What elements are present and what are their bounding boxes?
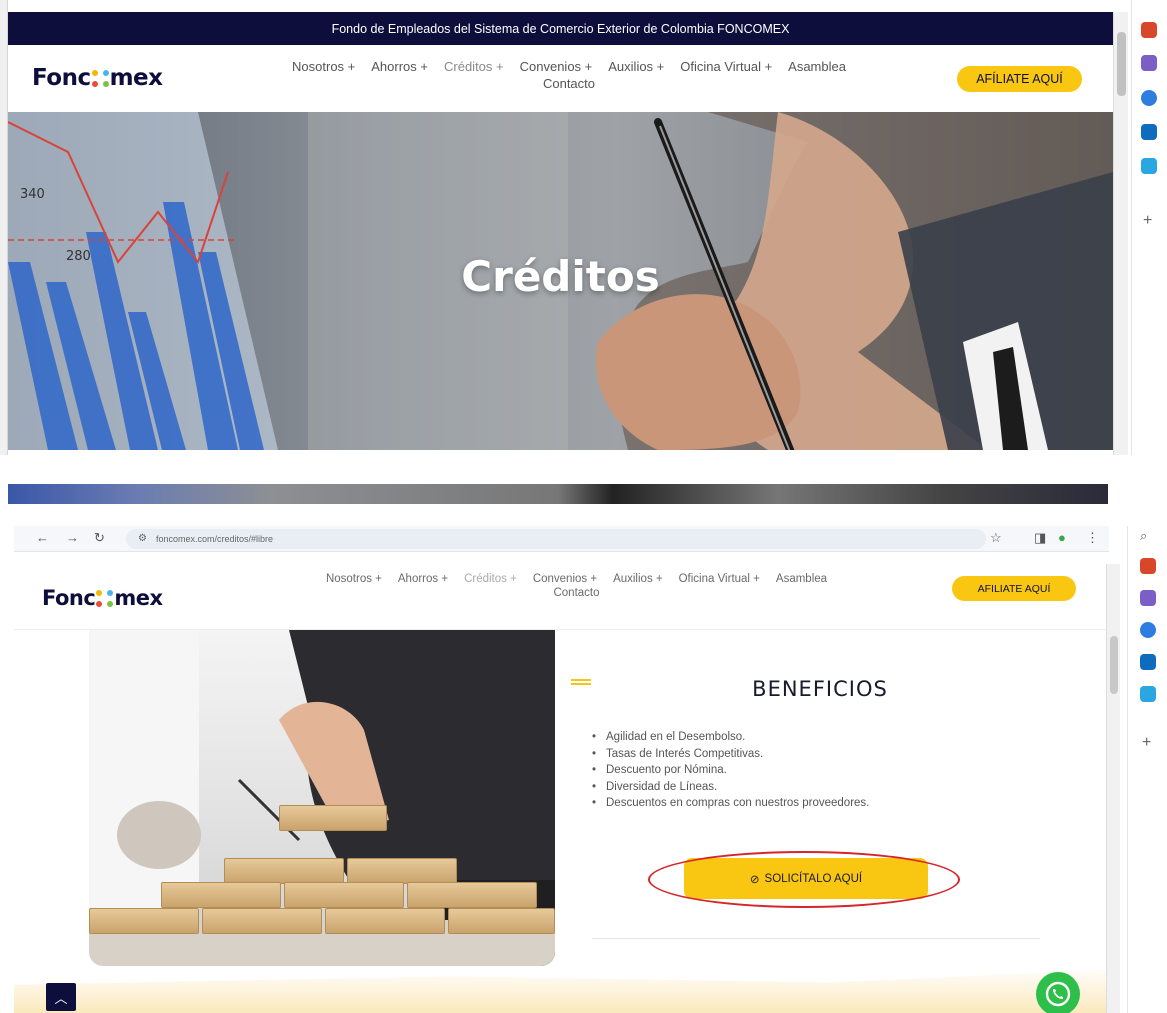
browser-sidebar: ⌕ + [1127, 526, 1167, 1013]
nav-contacto[interactable]: Contacto [224, 587, 929, 599]
send-icon[interactable] [1141, 158, 1157, 174]
benefits-heading: BENEFICIOS [752, 677, 888, 701]
highlight-oval [648, 851, 960, 908]
menu-icon[interactable]: ⋮ [1086, 530, 1099, 546]
copilot-icon[interactable] [1141, 90, 1157, 106]
wood-block [279, 805, 387, 831]
footer-wave [14, 969, 1106, 1013]
chevron-up-icon: ︿ [54, 990, 68, 1006]
logo-text-right: mex [114, 586, 163, 610]
fragment-edge [8, 476, 1108, 484]
foncomex-logo[interactable]: Fonc mex [42, 586, 163, 610]
nav-oficina-virtual[interactable]: Oficina Virtual + [680, 59, 772, 74]
page-title: Créditos [461, 252, 660, 301]
page-scrollbar[interactable] [1106, 564, 1120, 1013]
nav-creditos[interactable]: Créditos + [464, 573, 517, 585]
nav-contacto[interactable]: Contacto [214, 76, 924, 91]
nav-ahorros[interactable]: Ahorros + [371, 59, 428, 74]
send-icon[interactable] [1140, 686, 1156, 702]
people-icon[interactable] [1140, 590, 1156, 606]
afiliate-button-label: AFILIATE AQUÍ [977, 582, 1051, 595]
wood-block [284, 882, 404, 908]
briefcase-icon[interactable] [1140, 558, 1156, 574]
benefits-list: Agilidad en el Desembolso. Tasas de Inte… [592, 729, 992, 812]
logo-dots-icon [91, 69, 109, 87]
nav-nosotros[interactable]: Nosotros + [292, 59, 355, 74]
wood-block [325, 908, 445, 934]
nav-asamblea[interactable]: Asamblea [788, 59, 846, 74]
main-nav: Nosotros + Ahorros + Créditos + Convenio… [214, 59, 924, 91]
wood-blocks-photo [89, 630, 555, 966]
wood-block [448, 908, 555, 934]
reload-icon[interactable]: ↻ [94, 530, 105, 546]
address-bar[interactable]: ⚙ foncomex.com/creditos/#libre [126, 529, 986, 549]
site-header-scrolled: Fonc mex Nosotros + Ahorros + Créditos +… [14, 570, 1109, 630]
people-icon[interactable] [1141, 55, 1157, 71]
benefit-item: Tasas de Interés Competitivas. [592, 746, 992, 763]
back-icon[interactable]: ← [36, 530, 49, 545]
scrollbar-thumb[interactable] [1110, 636, 1118, 694]
star-icon[interactable]: ☆ [990, 530, 1002, 546]
window-edge [0, 0, 8, 455]
wood-block [224, 858, 344, 884]
outlook-icon[interactable] [1141, 124, 1157, 140]
outlook-icon[interactable] [1140, 654, 1156, 670]
divider [592, 938, 1040, 939]
banner-text: Fondo de Empleados del Sistema de Comerc… [331, 21, 790, 36]
page-scrollbar[interactable] [1113, 12, 1128, 455]
bottom-screenshot: ← → ↻ ⚙ foncomex.com/creditos/#libre ☆ ◨… [0, 526, 1167, 1013]
profile-icon[interactable]: ● [1058, 530, 1066, 545]
browser-sidebar: + [1131, 0, 1167, 455]
top-banner: Fondo de Empleados del Sistema de Comerc… [8, 12, 1113, 45]
site-header: Fonc mex Nosotros + Ahorros + Créditos +… [8, 45, 1113, 112]
address-bar-url: foncomex.com/creditos/#libre [156, 534, 274, 544]
top-screenshot: Fondo de Empleados del Sistema de Comerc… [0, 0, 1167, 455]
nav-nosotros[interactable]: Nosotros + [326, 573, 382, 585]
scrolled-image-fragment [8, 482, 1108, 504]
hero-banner: 340 280 Créditos [8, 112, 1113, 450]
whatsapp-icon [1045, 981, 1071, 1007]
wood-block [407, 882, 537, 908]
browser-toolbar: ← → ↻ ⚙ foncomex.com/creditos/#libre ☆ ◨… [14, 526, 1109, 552]
sidepanel-icon[interactable]: ◨ [1034, 530, 1046, 546]
main-nav: Nosotros + Ahorros + Créditos + Convenio… [224, 573, 929, 599]
logo-text-left: Fonc [32, 65, 91, 91]
nav-convenios[interactable]: Convenios + [533, 573, 597, 585]
benefit-item: Diversidad de Líneas. [592, 779, 992, 796]
briefcase-icon[interactable] [1141, 22, 1157, 38]
forward-icon[interactable]: → [66, 530, 79, 545]
logo-dots-icon [96, 589, 114, 607]
site-settings-icon[interactable]: ⚙ [138, 529, 147, 549]
copilot-icon[interactable] [1140, 622, 1156, 638]
plus-icon[interactable]: + [1143, 212, 1152, 230]
benefit-item: Descuentos en compras con nuestros prove… [592, 795, 992, 812]
foncomex-logo[interactable]: Fonc mex [32, 65, 163, 91]
nav-convenios[interactable]: Convenios + [520, 59, 593, 74]
scrollbar-thumb[interactable] [1117, 32, 1126, 96]
wood-block [89, 908, 199, 934]
afiliate-button-label: AFÍLIATE AQUÍ [976, 72, 1063, 86]
nav-ahorros[interactable]: Ahorros + [398, 573, 448, 585]
benefit-item: Agilidad en el Desembolso. [592, 729, 992, 746]
plus-icon[interactable]: + [1142, 734, 1151, 752]
wood-block [347, 858, 457, 884]
afiliate-button[interactable]: AFÍLIATE AQUÍ [957, 66, 1082, 92]
wood-block [202, 908, 322, 934]
nav-oficina-virtual[interactable]: Oficina Virtual + [679, 573, 760, 585]
nav-auxilios[interactable]: Auxilios + [608, 59, 664, 74]
accent-lines [571, 679, 591, 685]
nav-auxilios[interactable]: Auxilios + [613, 573, 663, 585]
search-icon[interactable]: ⌕ [1140, 528, 1147, 544]
whatsapp-button[interactable] [1036, 972, 1080, 1013]
logo-text-right: mex [109, 65, 163, 91]
nav-asamblea[interactable]: Asamblea [776, 573, 827, 585]
svg-text:340: 340 [20, 187, 45, 202]
wood-block [161, 882, 281, 908]
benefit-item: Descuento por Nómina. [592, 762, 992, 779]
back-to-top-button[interactable]: ︿ [46, 983, 76, 1011]
afiliate-button[interactable]: AFILIATE AQUÍ [952, 576, 1076, 601]
logo-text-left: Fonc [42, 586, 96, 610]
nav-creditos[interactable]: Créditos + [444, 59, 504, 74]
